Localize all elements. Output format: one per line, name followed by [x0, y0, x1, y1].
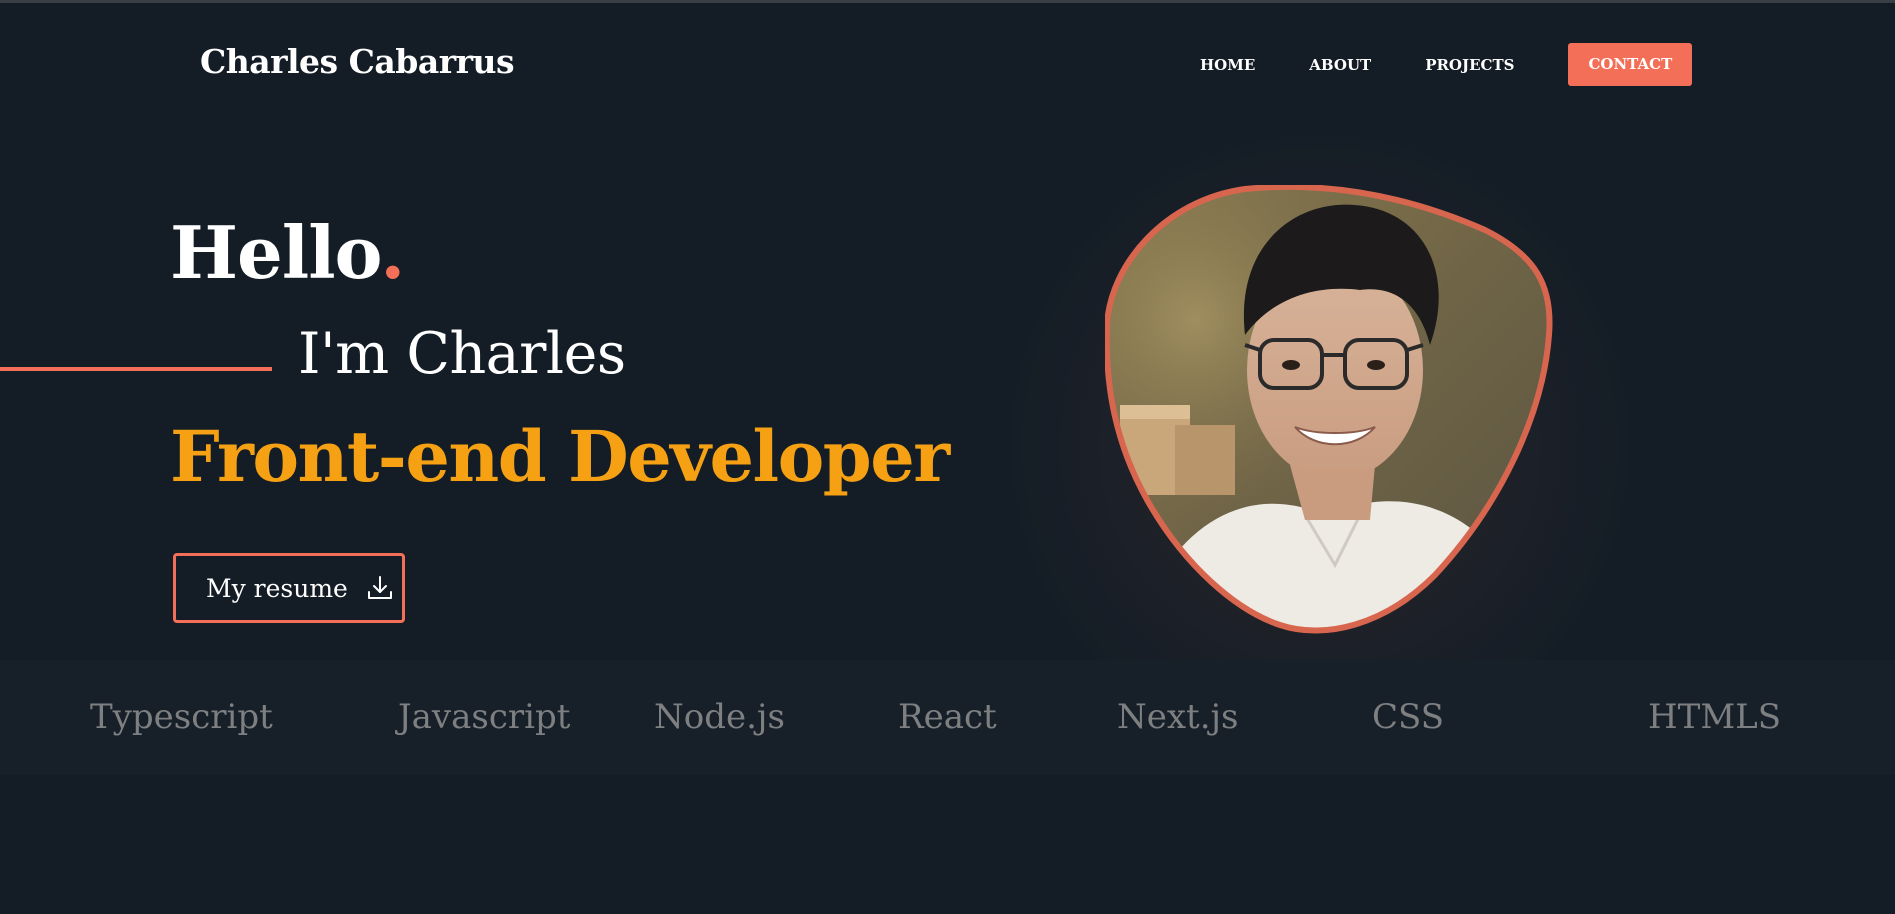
- profile-photo: [1105, 185, 1553, 634]
- brand-logo[interactable]: Charles Cabarrus: [200, 42, 515, 81]
- hero-role: Front-end Developer: [170, 415, 950, 498]
- download-icon: [366, 574, 394, 602]
- hero-intro: I'm Charles: [298, 321, 626, 387]
- hero-greeting-text: Hello: [170, 210, 381, 295]
- main-nav: HOME ABOUT PROJECTS CONTACT: [1200, 43, 1693, 86]
- top-border: [0, 0, 1895, 3]
- nav-about[interactable]: ABOUT: [1309, 56, 1371, 74]
- skill-typescript: Typescript: [90, 697, 273, 737]
- hero-greeting-dot: .: [380, 210, 405, 295]
- skill-javascript: Javascript: [398, 697, 571, 737]
- accent-line: [0, 367, 272, 371]
- nav-projects[interactable]: PROJECTS: [1425, 56, 1514, 74]
- skill-htmls: HTMLS: [1648, 697, 1782, 737]
- hero-greeting: Hello.: [170, 208, 405, 298]
- resume-button[interactable]: My resume: [173, 553, 405, 623]
- skill-react: React: [898, 697, 997, 737]
- page: Charles Cabarrus HOME ABOUT PROJECTS CON…: [0, 0, 1895, 914]
- nav-home[interactable]: HOME: [1200, 56, 1255, 74]
- skill-css: CSS: [1372, 697, 1445, 737]
- contact-button[interactable]: CONTACT: [1568, 43, 1693, 86]
- resume-button-label: My resume: [206, 573, 348, 603]
- skill-nextjs: Next.js: [1117, 697, 1239, 737]
- skill-nodejs: Node.js: [654, 697, 785, 737]
